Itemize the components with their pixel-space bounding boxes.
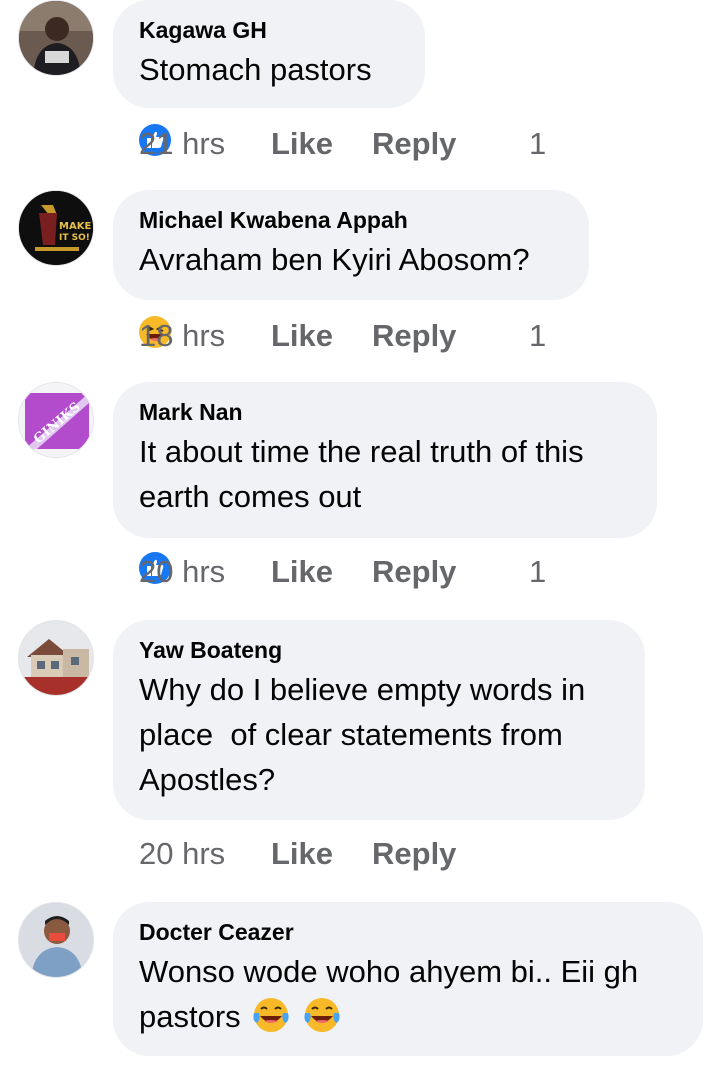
reaction-count[interactable]: 1 [529, 124, 546, 164]
comment-timestamp[interactable]: 18 hrs [139, 316, 225, 356]
comment-author[interactable]: Docter Ceazer [139, 918, 677, 946]
profile-photo [19, 621, 93, 695]
profile-photo: GINIKS [19, 383, 93, 457]
comment-text: Wonso wode woho ahyem bi.. Eii gh pastor… [139, 949, 677, 1039]
avatar-logo-text: MAKE [59, 221, 91, 232]
comment-text: Why do I believe empty words in place of… [139, 667, 619, 802]
avatar-logo-text: IT SO! [59, 233, 90, 243]
profile-photo [19, 1, 93, 75]
avatar[interactable] [18, 0, 94, 76]
comment-text-line: pastors [139, 994, 677, 1039]
tears-of-joy-emoji-icon [304, 998, 340, 1032]
avatar[interactable] [18, 902, 94, 978]
profile-photo: MAKE IT SO! [19, 191, 93, 265]
comment-text-line: Apostles? [139, 762, 276, 797]
comment-actions: 20 hrs Like Reply 1 [139, 552, 559, 592]
comment-text: Avraham ben Kyiri Abosom? [139, 242, 530, 277]
like-button[interactable]: Like [271, 124, 333, 164]
comment-timestamp[interactable]: 20 hrs [139, 552, 225, 592]
comment-actions: 21 hrs Like Reply 1 [139, 124, 559, 164]
comment-bubble: Yaw Boateng Why do I believe empty words… [113, 620, 645, 820]
reply-button[interactable]: Reply [372, 552, 456, 592]
like-button[interactable]: Like [271, 552, 333, 592]
profile-photo [19, 903, 93, 977]
reply-button[interactable]: Reply [372, 316, 456, 356]
comment-bubble: Michael Kwabena Appah Avraham ben Kyiri … [113, 190, 589, 300]
comment-text-line: Wonso wode woho ahyem bi.. Eii gh [139, 954, 639, 989]
comment-timestamp[interactable]: 21 hrs [139, 124, 225, 164]
avatar[interactable]: GINIKS [18, 382, 94, 458]
comment-bubble: Docter Ceazer Wonso wode woho ahyem bi..… [113, 902, 703, 1056]
reply-button[interactable]: Reply [372, 124, 456, 164]
comment-text-line: Why do I believe empty words in [139, 672, 586, 707]
reply-button[interactable]: Reply [372, 834, 456, 874]
comment-text: Stomach pastors [139, 52, 372, 87]
comment-actions: 20 hrs Like Reply [139, 834, 479, 874]
reaction-count[interactable]: 1 [529, 316, 546, 356]
like-button[interactable]: Like [271, 834, 333, 874]
like-button[interactable]: Like [271, 316, 333, 356]
comment-author[interactable]: Kagawa GH [139, 16, 399, 44]
reaction-count[interactable]: 1 [529, 552, 546, 592]
comment-text-line: It about time the real truth of this [139, 434, 584, 469]
comment-text-line: place of clear statements from [139, 717, 563, 752]
comment-text: It about time the real truth of this ear… [139, 429, 631, 519]
comment-text-segment: pastors [139, 999, 241, 1034]
comment-actions: 18 hrs Like Reply 1 [139, 316, 559, 356]
tears-of-joy-emoji-icon [253, 998, 289, 1032]
avatar[interactable] [18, 620, 94, 696]
comment-timestamp[interactable]: 20 hrs [139, 834, 225, 874]
comment-bubble: Kagawa GH Stomach pastors [113, 0, 425, 108]
comment-text-line: earth comes out [139, 479, 362, 514]
comment-author[interactable]: Michael Kwabena Appah [139, 206, 563, 234]
comment-author[interactable]: Yaw Boateng [139, 636, 619, 664]
avatar[interactable]: MAKE IT SO! [18, 190, 94, 266]
comment-author[interactable]: Mark Nan [139, 398, 631, 426]
comment-bubble: Mark Nan It about time the real truth of… [113, 382, 657, 538]
